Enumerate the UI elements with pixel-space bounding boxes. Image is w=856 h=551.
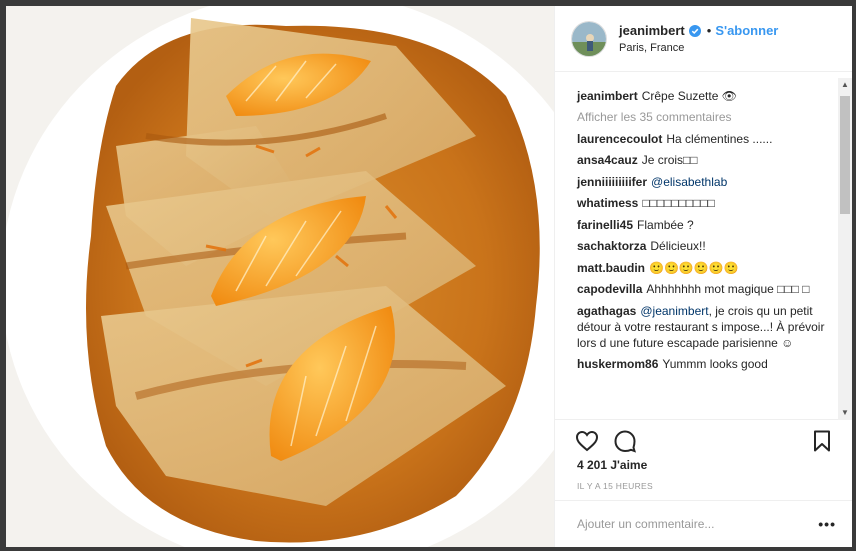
- comment-item: ansa4cauz Je crois□□: [577, 152, 837, 168]
- action-bar: [575, 426, 834, 456]
- likes-count[interactable]: 4 201 J'aime: [577, 458, 647, 472]
- comment-username[interactable]: huskermom86: [577, 357, 658, 371]
- comment-text: □□□□□□□□□□: [642, 196, 715, 210]
- comment-username[interactable]: ansa4cauz: [577, 153, 638, 167]
- comment-username[interactable]: matt.baudin: [577, 261, 645, 275]
- post-photo[interactable]: [6, 6, 554, 547]
- caption: jeanimbert Crêpe Suzette 👁: [577, 88, 837, 104]
- comment-text: 🙂🙂🙂🙂🙂🙂: [649, 260, 739, 275]
- comments-list[interactable]: jeanimbert Crêpe Suzette 👁 Afficher les 3…: [555, 78, 852, 420]
- avatar[interactable]: [571, 20, 607, 57]
- comment-text: Je crois□□: [641, 153, 698, 167]
- comment-item: laurencecoulot Ha clémentines ......: [577, 131, 837, 147]
- add-comment-input[interactable]: [577, 517, 819, 531]
- comment-item: huskermom86 Yummm looks good: [577, 356, 837, 372]
- comment-item: capodevilla Ahhhhhhh mot magique □□□ □: [577, 281, 837, 297]
- header-meta: jeanimbert • S'abonner Paris, France: [619, 23, 778, 54]
- post-header: jeanimbert • S'abonner Paris, France: [555, 6, 852, 72]
- comment-text: Ahhhhhhh mot magique □□□ □: [646, 282, 810, 296]
- comment-item: matt.baudin 🙂🙂🙂🙂🙂🙂: [577, 260, 837, 276]
- comment-mention[interactable]: @jeanimbert: [640, 304, 708, 318]
- post-timestamp: IL Y A 15 HEURES: [577, 481, 653, 491]
- location-link[interactable]: Paris, France: [619, 42, 778, 54]
- comment-username[interactable]: whatimess: [577, 196, 638, 210]
- comment-item: farinelli45 Flambée ?: [577, 217, 837, 233]
- post-sidebar: jeanimbert • S'abonner Paris, France jea…: [554, 6, 852, 547]
- caption-text: Crêpe Suzette 👁: [641, 89, 737, 103]
- scroll-down-icon[interactable]: ▼: [838, 406, 852, 420]
- comment-item: sachaktorza Délicieux!!: [577, 238, 837, 254]
- comment-username[interactable]: capodevilla: [577, 282, 642, 296]
- heart-icon[interactable]: [575, 429, 599, 453]
- author-username[interactable]: jeanimbert: [619, 23, 685, 38]
- view-all-comments-link[interactable]: Afficher les 35 commentaires: [577, 110, 837, 124]
- comment-item: jenniiiiiiiiifer @elisabethlab: [577, 174, 837, 190]
- scrollbar-thumb[interactable]: [840, 96, 850, 214]
- comment-icon[interactable]: [613, 429, 637, 453]
- comment-mention[interactable]: @elisabethlab: [651, 175, 727, 189]
- comment-username[interactable]: jenniiiiiiiiifer: [577, 175, 647, 189]
- comment-username[interactable]: farinelli45: [577, 218, 633, 232]
- comment-item: agathagas @jeanimbert, je crois qu un pet…: [577, 303, 837, 351]
- follow-button[interactable]: S'abonner: [715, 23, 778, 38]
- comment-item: whatimess □□□□□□□□□□: [577, 195, 837, 211]
- comment-username[interactable]: agathagas: [577, 304, 636, 318]
- comment-text: Flambée ?: [637, 217, 694, 232]
- more-options-button[interactable]: •••: [818, 516, 836, 532]
- comment-text: Délicieux!!: [650, 239, 706, 253]
- comments-scrollbar[interactable]: ▲ ▼: [838, 78, 852, 420]
- comment-username[interactable]: laurencecoulot: [577, 132, 662, 146]
- bookmark-icon[interactable]: [810, 429, 834, 453]
- scroll-up-icon[interactable]: ▲: [838, 78, 852, 92]
- comment-text: Yummm looks good: [662, 357, 768, 371]
- comment-text: Ha clémentines ......: [666, 131, 773, 146]
- comment-username[interactable]: sachaktorza: [577, 239, 646, 253]
- verified-badge-icon: [688, 24, 701, 37]
- caption-username[interactable]: jeanimbert: [577, 89, 638, 103]
- header-row: jeanimbert • S'abonner: [619, 23, 778, 38]
- separator-dot: •: [706, 23, 712, 38]
- post-modal: jeanimbert • S'abonner Paris, France jea…: [6, 6, 852, 547]
- add-comment-bar: •••: [555, 500, 852, 547]
